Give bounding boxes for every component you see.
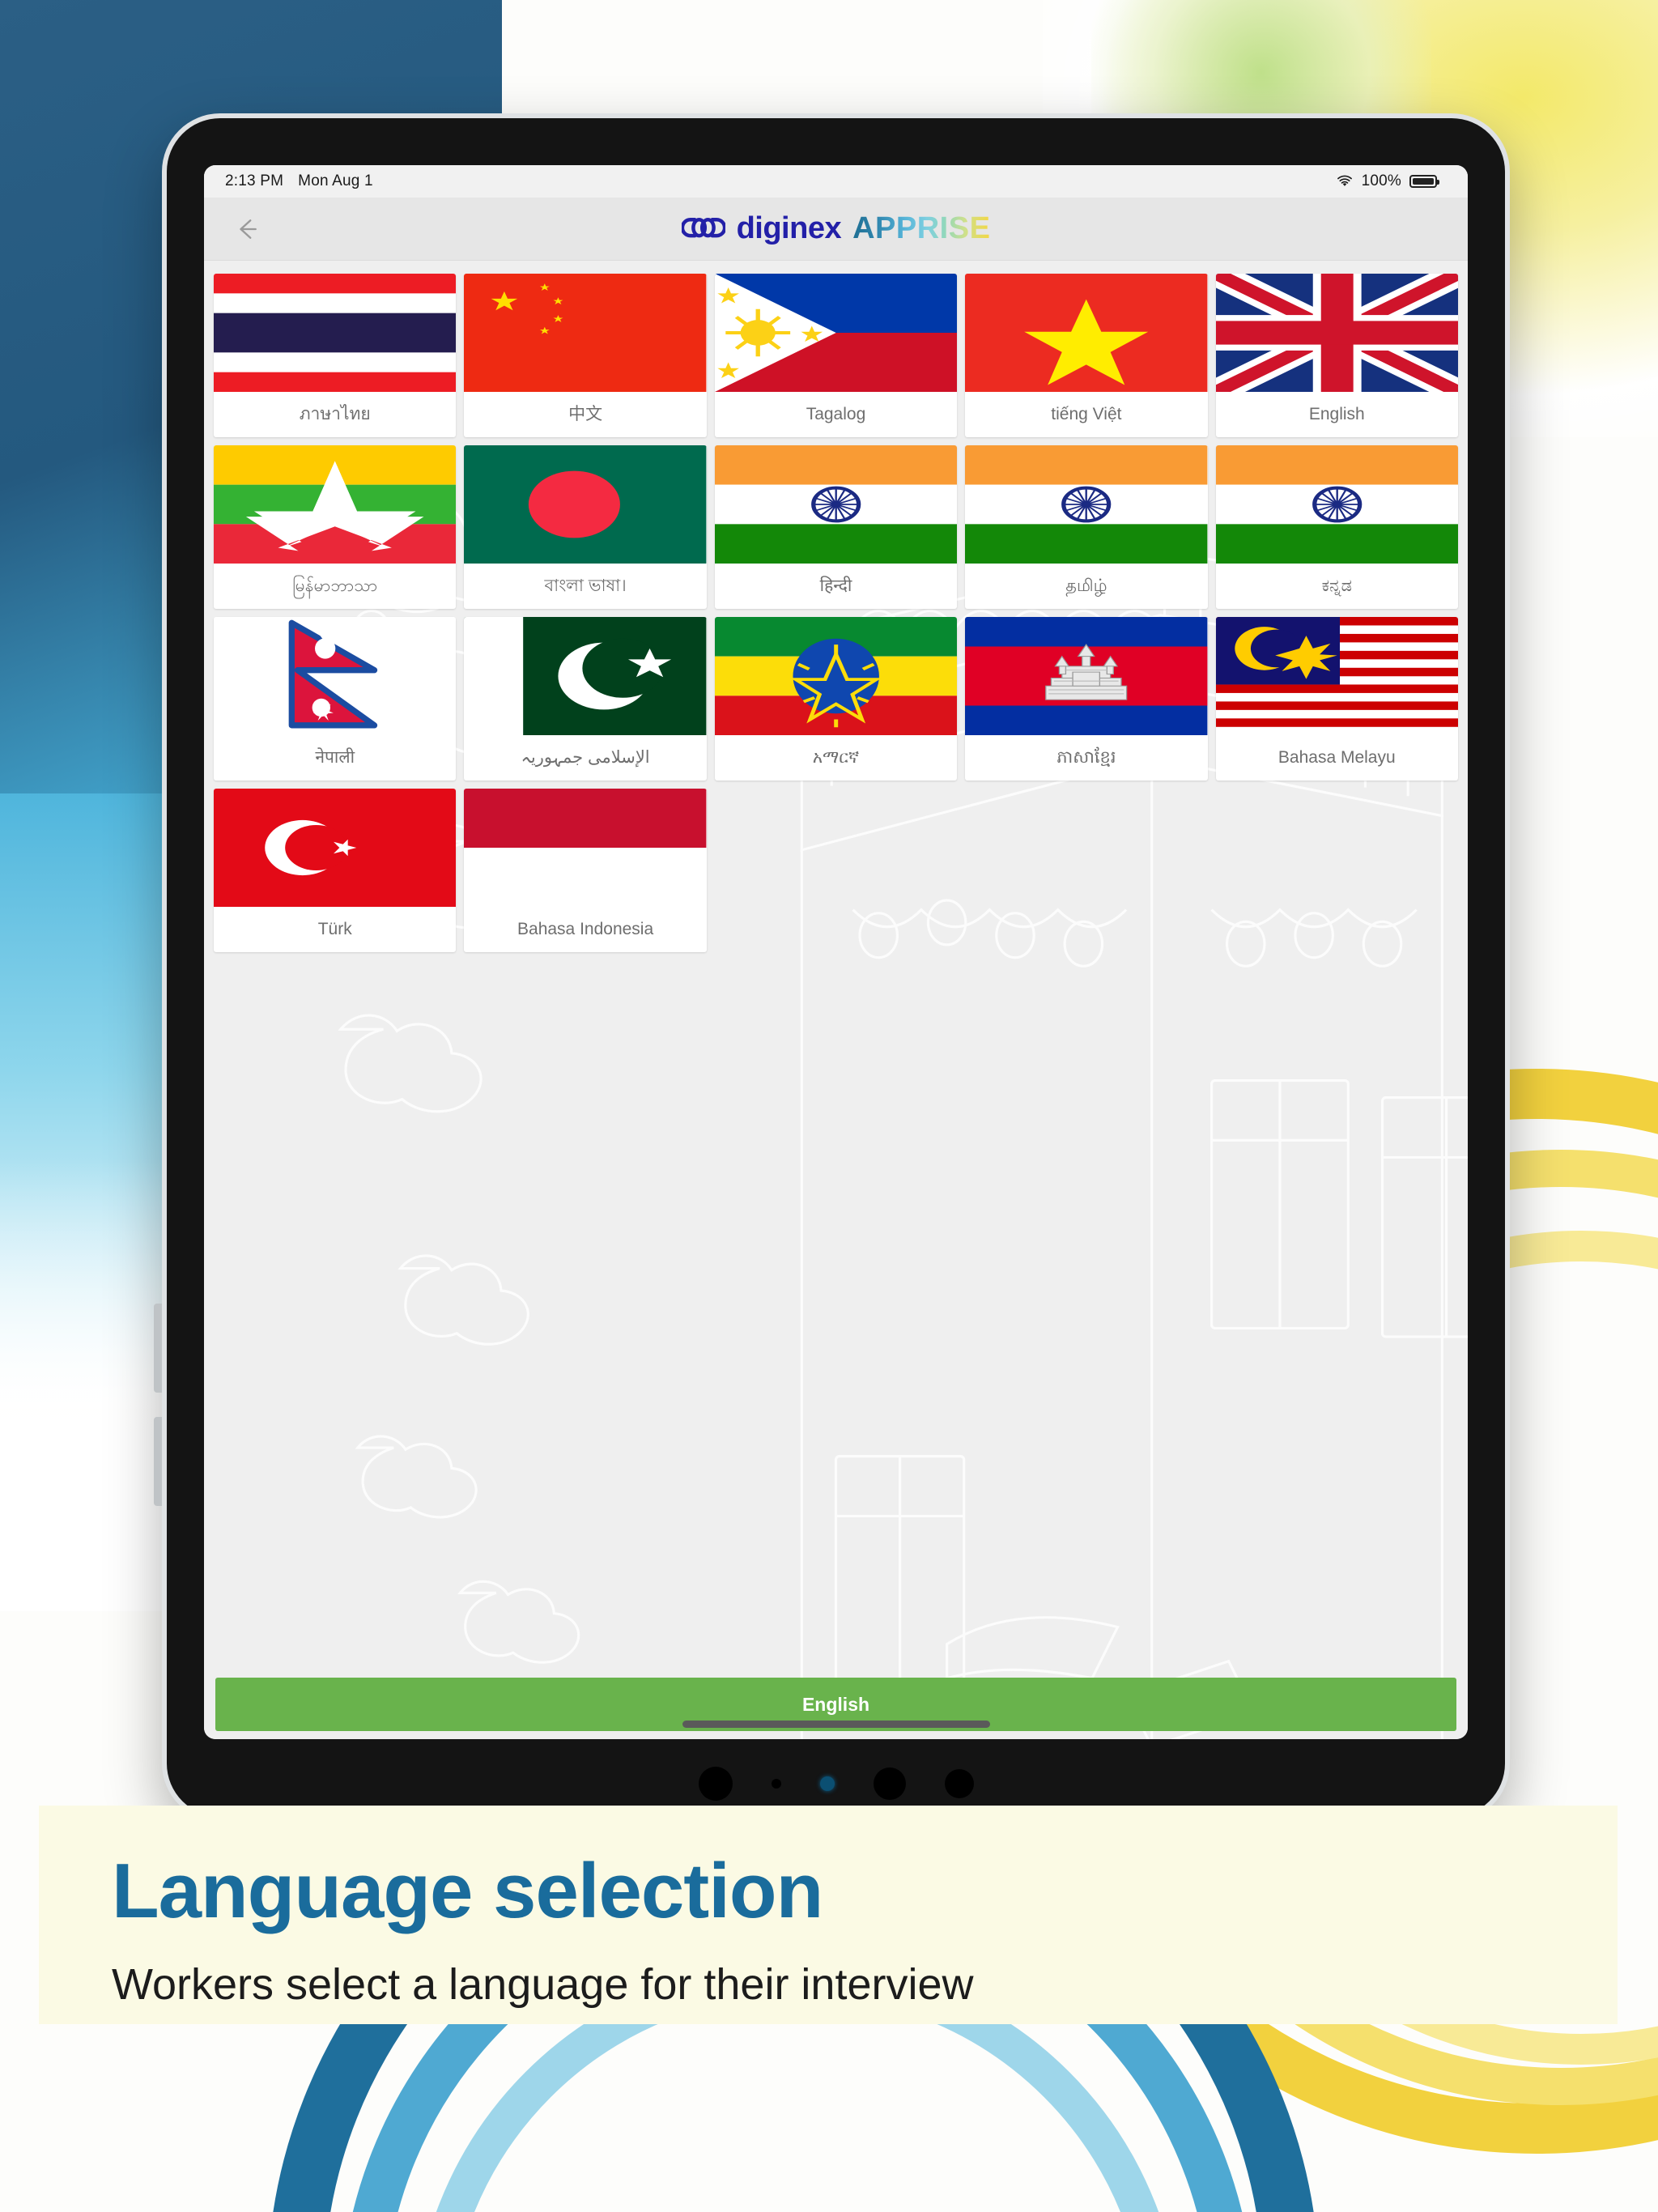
ethiopia-flag-icon [714, 617, 958, 735]
caption-title: Language selection [112, 1848, 823, 1934]
thailand-flag-icon [214, 274, 457, 392]
language-card-thai[interactable]: ภาษาไทย [214, 274, 457, 437]
vietnam-flag-icon [965, 274, 1208, 392]
language-label: ภาษาไทย [299, 405, 371, 424]
cambodia-flag-icon [965, 617, 1208, 735]
flag-container [464, 445, 707, 564]
status-date: Mon Aug 1 [298, 172, 373, 189]
language-label: தமிழ் [1065, 576, 1107, 596]
sensor-dot [698, 1767, 733, 1801]
indonesia-flag-icon [464, 789, 707, 907]
flag-container [214, 445, 457, 564]
pakistan-flag-icon [464, 617, 707, 735]
sensor-dot [944, 1769, 974, 1798]
language-label: English [1308, 405, 1365, 424]
language-card-turkish[interactable]: Türk [214, 789, 457, 952]
bangladesh-flag-icon [464, 445, 707, 564]
language-selection-content: ภาษาไทย 中文 Tagalog tiếng Việt English မြ… [204, 261, 1468, 1739]
philippines-flag-icon [714, 274, 958, 392]
flag-container [1215, 445, 1458, 564]
status-time: 2:13 PM [225, 172, 284, 189]
status-bar: 2:13 PM Mon Aug 1 100% [204, 165, 1468, 198]
myanmar-flag-icon [214, 445, 457, 564]
sensor-dot [873, 1767, 906, 1800]
language-label: 中文 [568, 405, 603, 424]
tablet-device: 2:13 PM Mon Aug 1 100% diginex APPRISE ภ… [154, 113, 1510, 1822]
language-label: ភាសាខ្មែរ [1056, 748, 1116, 768]
language-label: Bahasa Indonesia [517, 920, 654, 939]
caption-panel: Language selection Workers select a lang… [39, 1806, 1618, 2024]
india-flag-icon [965, 445, 1208, 564]
language-card-vietnamese[interactable]: tiếng Việt [965, 274, 1208, 437]
sensor-dot [771, 1779, 781, 1789]
volume-down-button[interactable] [154, 1417, 162, 1506]
flag-container [714, 445, 958, 564]
language-card-khmer[interactable]: ភាសាខ្មែរ [965, 617, 1208, 781]
language-card-hindi[interactable]: हिन्दी [714, 445, 958, 609]
language-card-malay[interactable]: Bahasa Melayu [1215, 617, 1458, 781]
language-card-tamil[interactable]: தமிழ் [965, 445, 1208, 609]
turkey-flag-icon [214, 789, 457, 907]
brand-name-diginex: diginex [736, 211, 842, 245]
flag-container [1215, 274, 1458, 392]
language-card-kannada[interactable]: ಕನ್ನಡ [1215, 445, 1458, 609]
flag-container [965, 617, 1208, 735]
language-label: বাংলা ভাষা। [544, 576, 627, 596]
flag-container [965, 445, 1208, 564]
tablet-bezel: 2:13 PM Mon Aug 1 100% diginex APPRISE ภ… [167, 118, 1505, 1817]
wifi-icon [1336, 175, 1354, 188]
india-flag-icon [714, 445, 958, 564]
india-flag-icon [1215, 445, 1458, 564]
flag-container [714, 617, 958, 735]
battery-percent-label: 100% [1361, 172, 1401, 189]
language-card-urdu[interactable]: الإسلامی جمہوریہ [464, 617, 707, 781]
flag-container [965, 274, 1208, 392]
home-indicator[interactable] [682, 1721, 990, 1728]
flag-container [464, 617, 707, 735]
flag-container [464, 274, 707, 392]
flag-container [214, 789, 457, 907]
brand-name-apprise: APPRISE [852, 211, 991, 245]
flag-container [1215, 617, 1458, 735]
language-label: tiếng Việt [1051, 405, 1122, 424]
language-label: ಕನ್ನಡ [1321, 576, 1352, 596]
flag-container [464, 789, 707, 907]
app-header: diginex APPRISE [204, 198, 1468, 261]
language-card-amharic[interactable]: አማርኛ [714, 617, 958, 781]
back-arrow-icon[interactable] [228, 211, 266, 248]
caption-subtitle: Workers select a language for their inte… [112, 1960, 974, 2009]
brand-logo: diginex APPRISE [204, 211, 1468, 246]
cta-area: English [204, 1678, 1468, 1739]
language-card-tagalog[interactable]: Tagalog [714, 274, 958, 437]
nepal-flag-icon [288, 619, 377, 729]
language-label: الإسلامی جمہوریہ [521, 748, 650, 768]
flag-container [714, 274, 958, 392]
language-label: हिन्दी [819, 576, 852, 596]
camera-lens-icon [819, 1776, 835, 1791]
language-card-chinese[interactable]: 中文 [464, 274, 707, 437]
diginex-link-logo-icon [680, 215, 726, 243]
language-card-indonesian[interactable]: Bahasa Indonesia [464, 789, 707, 952]
language-card-bengali[interactable]: বাংলা ভাষা। [464, 445, 707, 609]
flag-container [214, 617, 457, 735]
language-grid: ภาษาไทย 中文 Tagalog tiếng Việt English မြ… [204, 261, 1468, 952]
tablet-screen: 2:13 PM Mon Aug 1 100% diginex APPRISE ภ… [204, 165, 1468, 1739]
language-label: Türk [317, 920, 352, 939]
language-label: አማርኛ [812, 748, 860, 768]
volume-up-button[interactable] [154, 1304, 162, 1393]
battery-full-icon [1409, 175, 1439, 188]
united-kingdom-flag-icon [1215, 274, 1458, 392]
language-label: Tagalog [806, 405, 866, 424]
china-flag-icon [464, 274, 707, 392]
malaysia-flag-icon [1215, 617, 1458, 735]
flag-container [214, 274, 457, 392]
language-label: Bahasa Melayu [1278, 748, 1396, 768]
language-label: नेपाली [315, 748, 355, 768]
language-card-nepali[interactable]: नेपाली [214, 617, 457, 781]
language-card-burmese[interactable]: မြန်မာဘာသာ [214, 445, 457, 609]
language-card-english[interactable]: English [1215, 274, 1458, 437]
language-label: မြန်မာဘာသာ [292, 576, 378, 596]
bezel-sensor-dots [162, 1767, 1510, 1801]
